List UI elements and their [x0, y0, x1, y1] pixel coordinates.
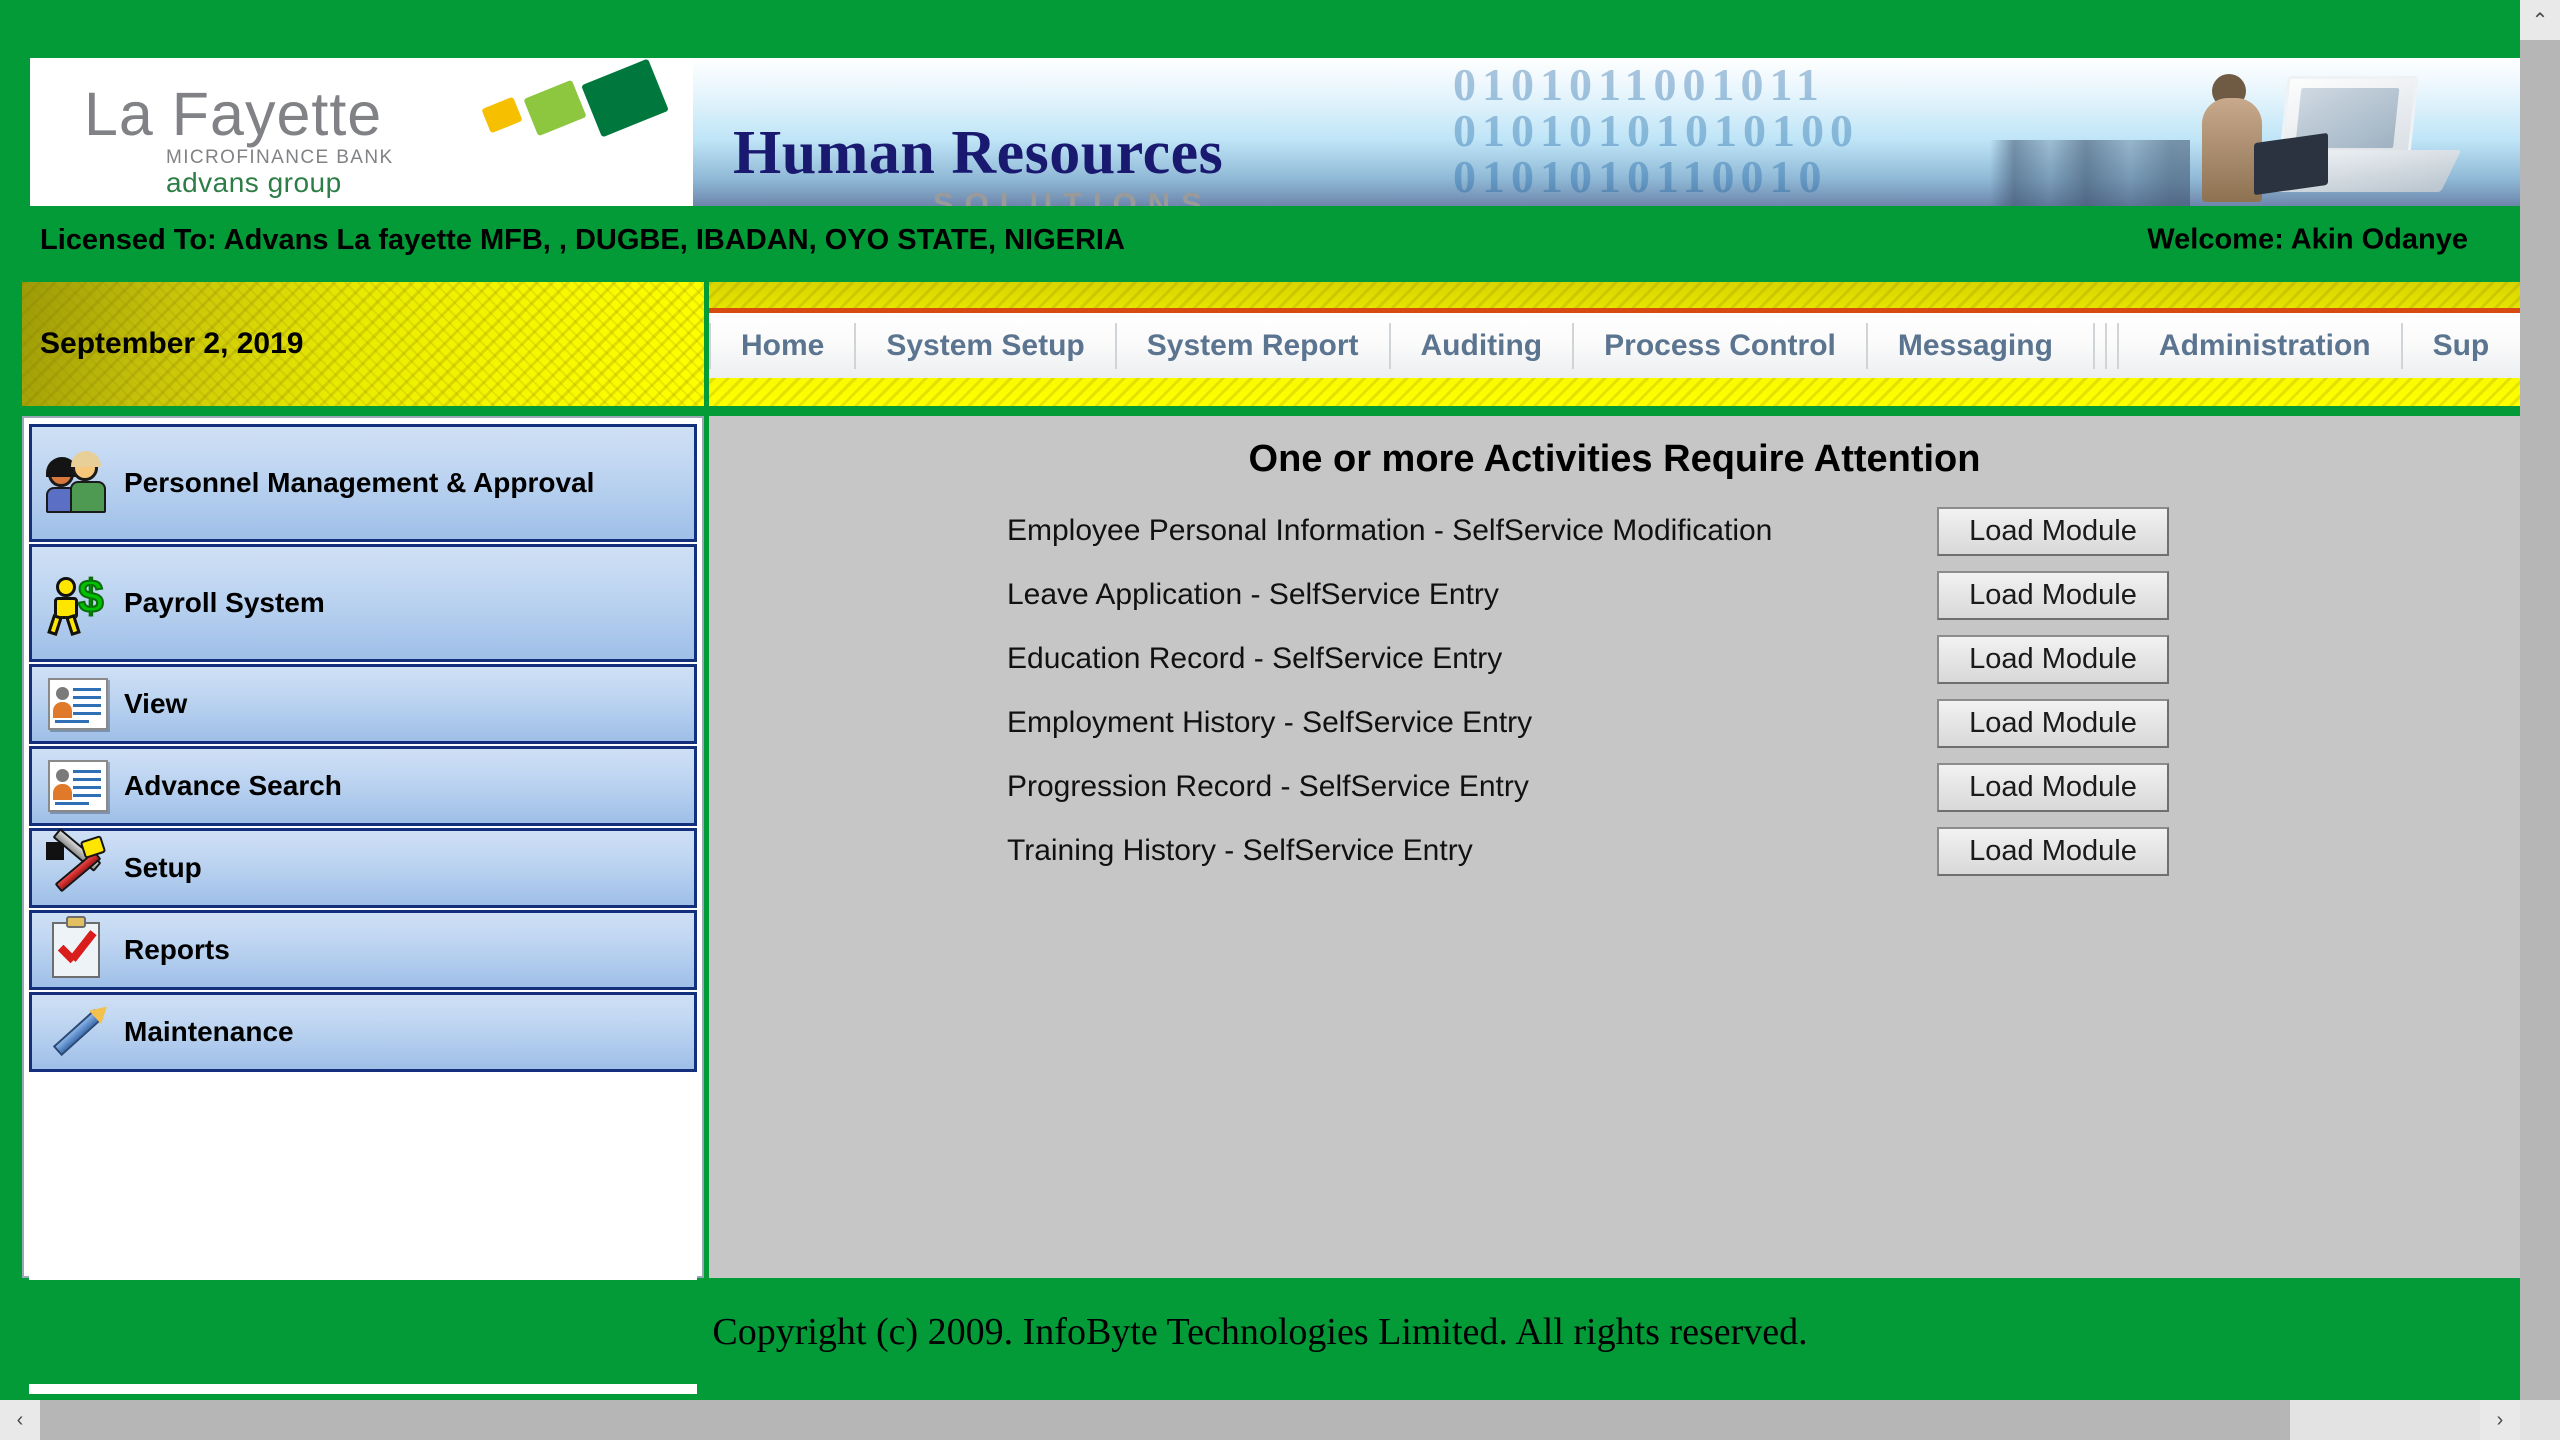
sidebar-item-label: Payroll System [124, 587, 325, 618]
company-logo: La Fayette MICROFINANCE BANK advans grou… [30, 58, 693, 206]
load-module-button[interactable]: Load Module [1937, 634, 2169, 684]
load-module-button[interactable]: Load Module [1937, 762, 2169, 812]
horizontal-scrollbar[interactable]: ‹ › [0, 1400, 2560, 1440]
nav-item-system-report[interactable]: System Report [1117, 313, 1389, 378]
activity-row: Progression Record - SelfService Entry L… [1007, 755, 2520, 819]
activity-label: Progression Record - SelfService Entry [1007, 770, 1529, 803]
date-panel: September 2, 2019 [22, 282, 709, 406]
activity-list: Employee Personal Information - SelfServ… [709, 499, 2520, 883]
banner-subtitle: SOLUTIONS [933, 186, 1213, 206]
payroll-money-icon: $ [32, 547, 124, 659]
nav-item-home[interactable]: Home [711, 313, 854, 378]
nav-item-messaging[interactable]: Messaging [1868, 313, 2083, 378]
current-date: September 2, 2019 [40, 327, 304, 360]
businessman-body [2202, 98, 2262, 202]
banner-title: Human Resources [733, 119, 1224, 187]
vertical-scrollbar-thumb[interactable] [2520, 40, 2560, 1300]
activity-row: Leave Application - SelfService Entry Lo… [1007, 563, 2520, 627]
logo-parallelogram-icon [481, 58, 675, 138]
logo-mark-yellow [481, 96, 523, 134]
nav-item-system-setup[interactable]: System Setup [856, 313, 1114, 378]
sidebar-item-label: Maintenance [124, 1016, 294, 1047]
nav-separator [2104, 322, 2107, 369]
nav-item-support[interactable]: Sup [2403, 313, 2520, 378]
licensed-to-text: Licensed To: Advans La fayette MFB, , DU… [40, 223, 1125, 256]
sidebar-item-view[interactable]: View [29, 664, 697, 744]
sidebar-item-setup[interactable]: Setup [29, 828, 697, 908]
activity-row: Employee Personal Information - SelfServ… [1007, 499, 2520, 563]
application-window: La Fayette MICROFINANCE BANK advans grou… [0, 0, 2560, 1440]
logo-mark-lightgreen [523, 79, 587, 137]
page-body: Personnel Management & Approval $ Payrol… [22, 416, 2520, 1394]
logo-subtitle-bank: MICROFINANCE BANK [166, 147, 394, 168]
id-card-icon [32, 749, 124, 823]
sidebar-menu: Personnel Management & Approval $ Payrol… [22, 416, 704, 1394]
activity-label: Employee Personal Information - SelfServ… [1007, 514, 1773, 547]
logo-mark-darkgreen [581, 58, 669, 138]
activity-row: Employment History - SelfService Entry L… [1007, 691, 2520, 755]
clipboard-check-icon [32, 913, 124, 987]
activity-row: Training History - SelfService Entry Loa… [1007, 819, 2520, 883]
sidebar-item-reports[interactable]: Reports [29, 910, 697, 990]
activity-label: Employment History - SelfService Entry [1007, 706, 1533, 739]
date-and-nav-row: September 2, 2019 Home System Setup Syst… [22, 282, 2542, 406]
top-green-strip [0, 0, 2520, 60]
nav-item-administration[interactable]: Administration [2129, 313, 2401, 378]
page-title: One or more Activities Require Attention [1248, 438, 1981, 480]
page-footer: Copyright (c) 2009. InfoByte Technologie… [0, 1280, 2520, 1384]
scroll-right-arrow-icon[interactable]: › [2480, 1400, 2520, 1440]
sidebar-item-label: Personnel Management & Approval [124, 467, 595, 498]
activity-label: Training History - SelfService Entry [1007, 834, 1473, 867]
nav-separator [2116, 322, 2119, 369]
vertical-scrollbar[interactable]: ⌃ [2520, 0, 2560, 1400]
people-icon [32, 427, 124, 539]
scroll-left-arrow-icon[interactable]: ‹ [0, 1400, 40, 1440]
scroll-up-arrow-icon[interactable]: ⌃ [2520, 0, 2560, 40]
sidebar-item-payroll-system[interactable]: $ Payroll System [29, 544, 697, 662]
sidebar-item-personnel-management[interactable]: Personnel Management & Approval [29, 424, 697, 542]
sidebar-item-maintenance[interactable]: Maintenance [29, 992, 697, 1072]
logo-subtitle-group: advans group [166, 167, 342, 198]
license-bar: Licensed To: Advans La fayette MFB, , DU… [30, 206, 2520, 274]
briefcase-icon [2254, 132, 2328, 196]
load-module-button[interactable]: Load Module [1937, 826, 2169, 876]
main-content: One or more Activities Require Attention… [709, 416, 2520, 1278]
nav-item-auditing[interactable]: Auditing [1391, 313, 1573, 378]
businessman-icon [2150, 72, 2340, 202]
id-card-icon [32, 667, 124, 741]
welcome-user-text: Welcome: Akin Odanye [2147, 223, 2468, 256]
scrollbar-corner [2520, 1400, 2560, 1440]
nav-separator [2092, 322, 2095, 369]
pencil-icon [32, 995, 124, 1069]
sidebar-item-label: Reports [124, 934, 230, 965]
load-module-button[interactable]: Load Module [1937, 698, 2169, 748]
nav-item-process-control[interactable]: Process Control [1574, 313, 1866, 378]
load-module-button[interactable]: Load Module [1937, 570, 2169, 620]
copyright-text: Copyright (c) 2009. InfoByte Technologie… [712, 1311, 1808, 1353]
hr-banner: 0101011001011 01010101010100 01010101100… [693, 58, 2520, 206]
load-module-button[interactable]: Load Module [1937, 506, 2169, 556]
activity-label: Leave Application - SelfService Entry [1007, 578, 1499, 611]
sidebar-item-label: Advance Search [124, 770, 342, 801]
tools-icon [32, 828, 124, 905]
nav-strip: Home System Setup System Report Auditing… [709, 308, 2542, 378]
sidebar-item-label: Setup [124, 852, 202, 883]
sidebar-item-advance-search[interactable]: Advance Search [29, 746, 697, 826]
activity-label: Education Record - SelfService Entry [1007, 642, 1503, 675]
sidebar-item-label: View [124, 688, 188, 719]
activity-row: Education Record - SelfService Entry Loa… [1007, 627, 2520, 691]
page-header: La Fayette MICROFINANCE BANK advans grou… [30, 58, 2520, 206]
main-navigation: Home System Setup System Report Auditing… [709, 282, 2542, 406]
horizontal-scrollbar-thumb[interactable] [40, 1400, 2290, 1440]
